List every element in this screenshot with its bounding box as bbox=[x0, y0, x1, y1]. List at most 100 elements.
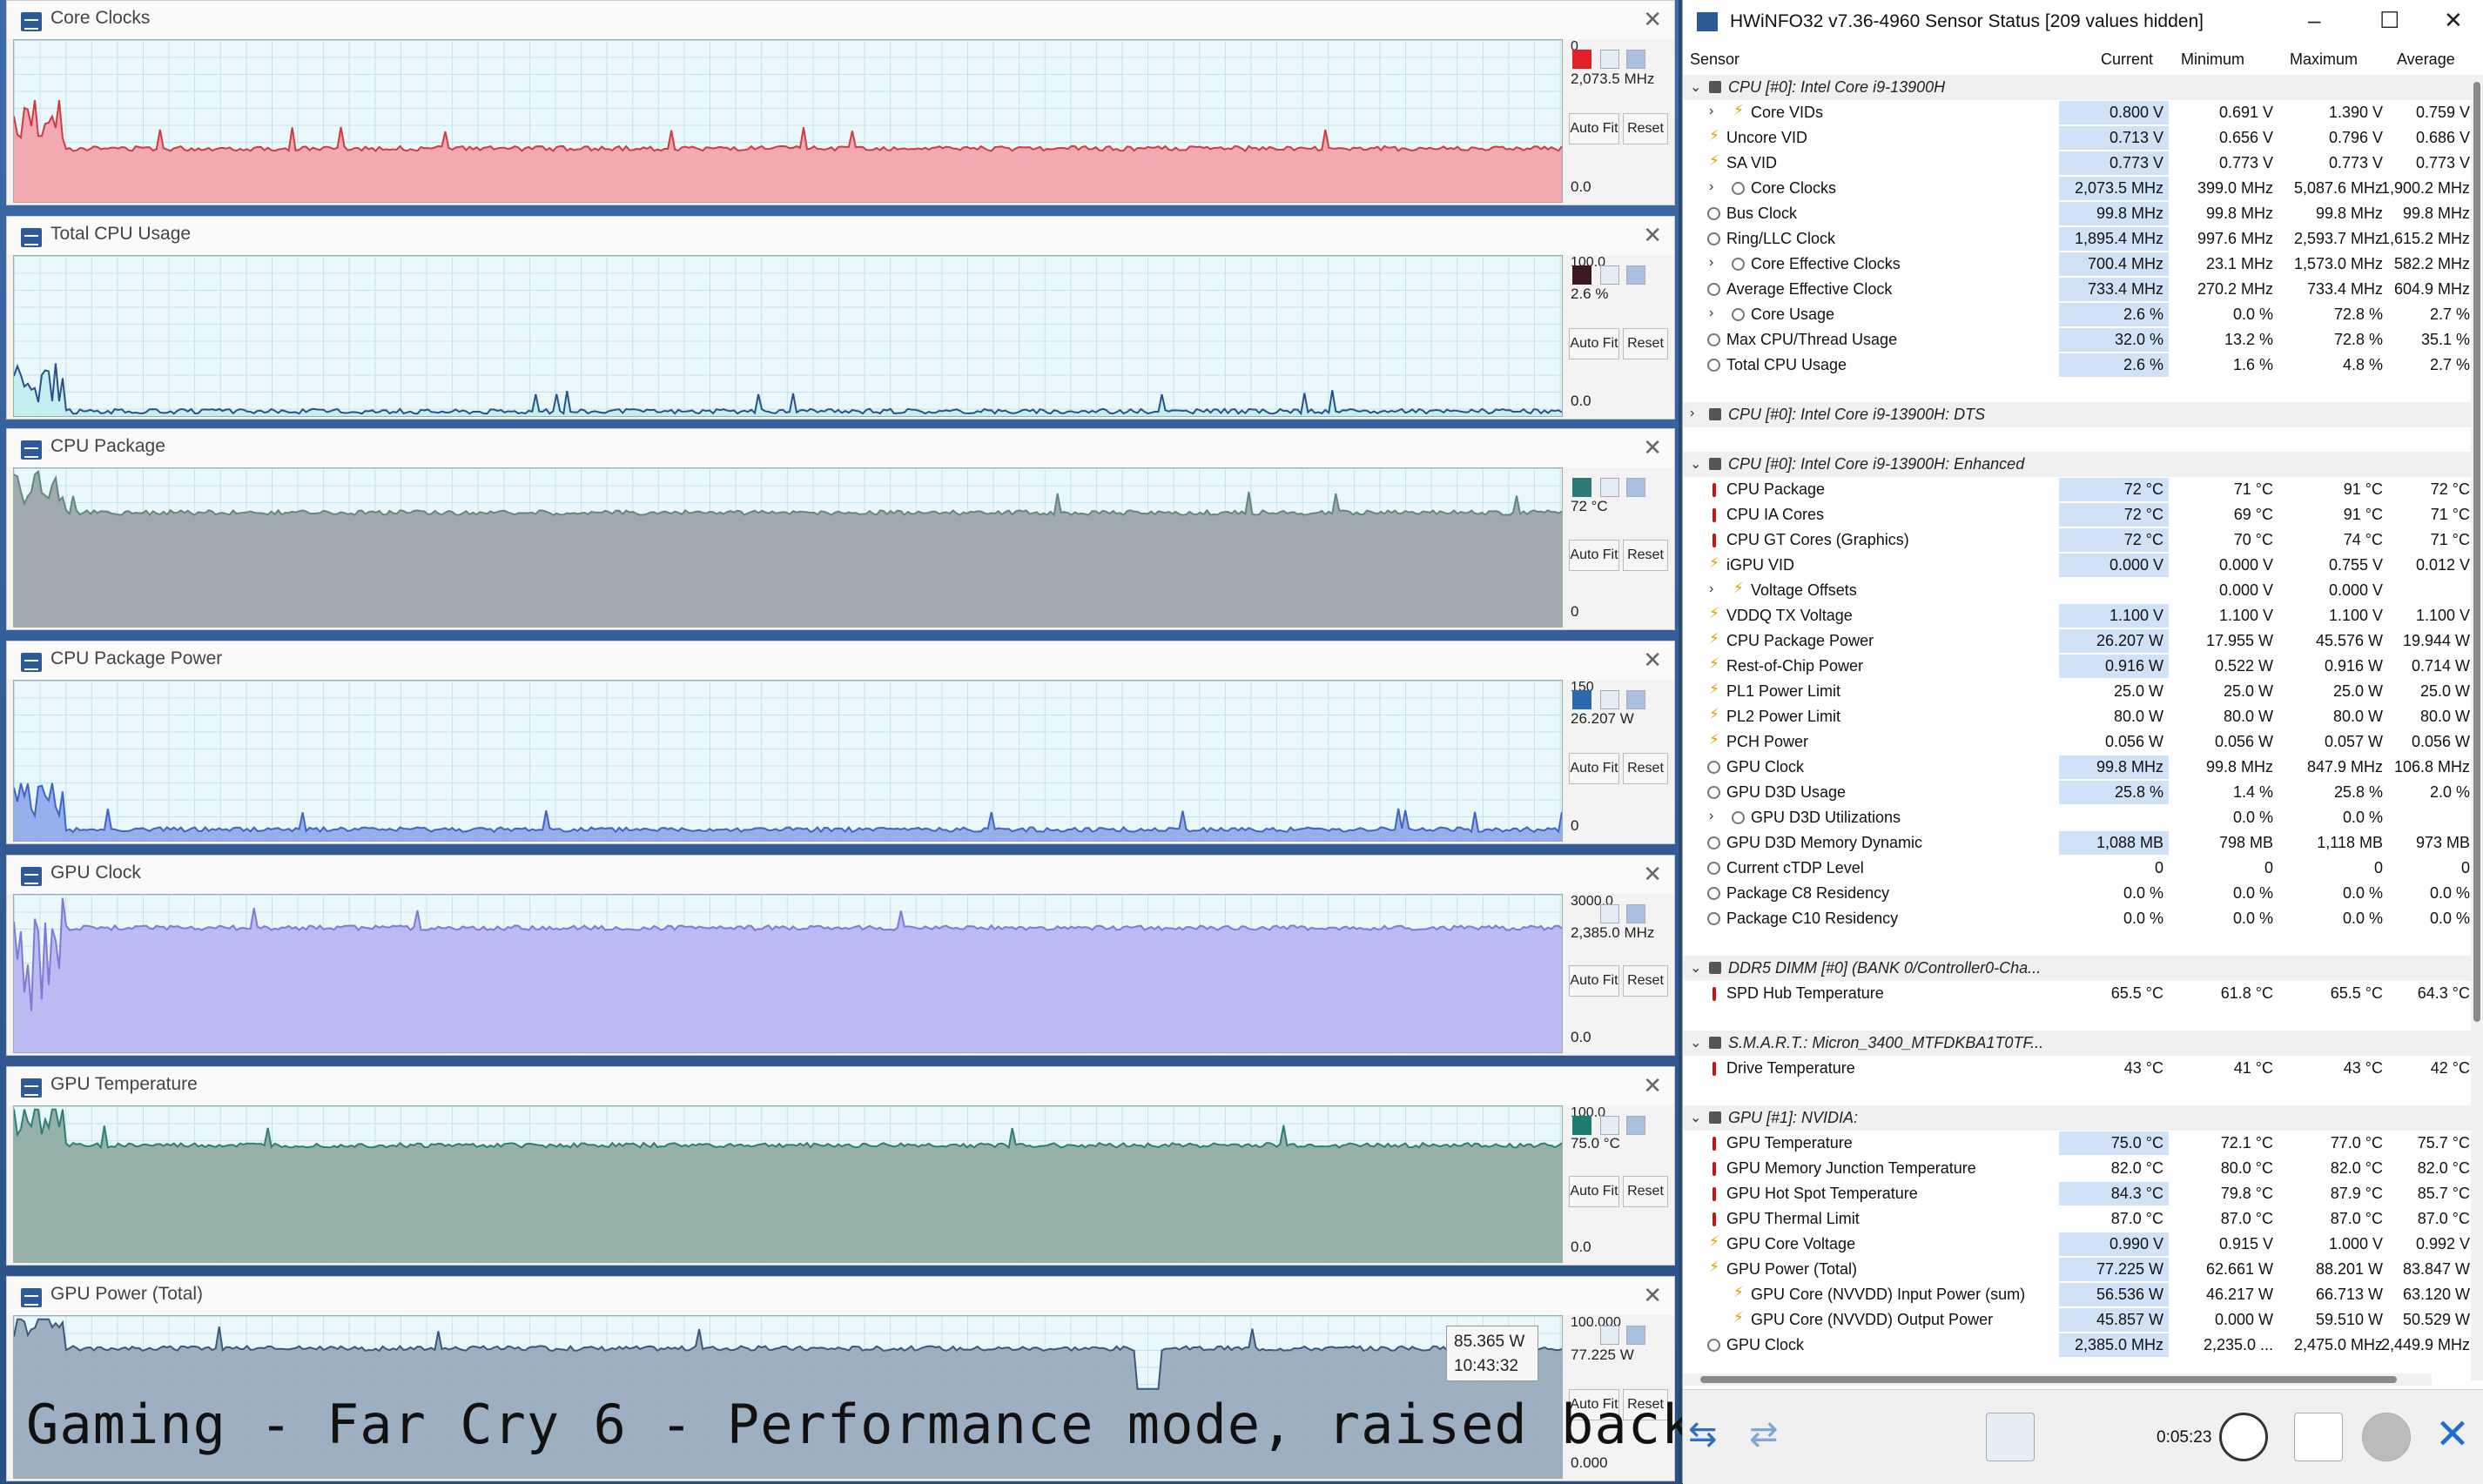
graph-grid-swatch[interactable] bbox=[1600, 478, 1619, 497]
graph-close-icon[interactable]: ✕ bbox=[1643, 222, 1662, 249]
graph-grid-swatch[interactable] bbox=[1600, 1326, 1619, 1345]
logging-icon[interactable] bbox=[2294, 1413, 2343, 1461]
auto-fit-button[interactable]: Auto Fit bbox=[1569, 752, 1619, 784]
collapse-chevron-icon[interactable]: ⌄ bbox=[1690, 1109, 1701, 1126]
sensor-row[interactable]: ⚡ PCH Power 0.056 W 0.056 W 0.057 W 0.05… bbox=[1683, 729, 2471, 755]
sensor-row[interactable]: ⚡ PL2 Power Limit 80.0 W 80.0 W 80.0 W 8… bbox=[1683, 704, 2471, 729]
graph-bg-swatch[interactable] bbox=[1626, 904, 1645, 923]
exit-icon[interactable]: ✕ bbox=[2428, 1413, 2477, 1461]
sensor-row[interactable]: ⚡ Rest-of-Chip Power 0.916 W 0.522 W 0.9… bbox=[1683, 654, 2471, 679]
graph-bg-swatch[interactable] bbox=[1626, 690, 1645, 709]
sensor-row[interactable]: GPU Thermal Limit 87.0 °C 87.0 °C 87.0 °… bbox=[1683, 1206, 2471, 1232]
nav-arrows-left-right-icon[interactable]: ⇆ bbox=[1688, 1413, 1737, 1461]
graph-color-swatch[interactable] bbox=[1572, 690, 1591, 709]
graph-close-icon[interactable]: ✕ bbox=[1643, 1282, 1662, 1309]
sensor-row[interactable]: Current cTDP Level 0 0 0 0 bbox=[1683, 856, 2471, 881]
col-minimum[interactable]: Minimum bbox=[2181, 50, 2244, 69]
sensor-row[interactable]: GPU Memory Junction Temperature 82.0 °C … bbox=[1683, 1156, 2471, 1181]
hscroll-thumb[interactable] bbox=[1700, 1376, 2397, 1383]
settings-gear-icon[interactable] bbox=[2362, 1413, 2411, 1461]
graph-color-swatch[interactable] bbox=[1572, 478, 1591, 497]
horizontal-scrollbar[interactable] bbox=[1683, 1373, 2432, 1386]
sensor-row[interactable]: ⚡ GPU Core Voltage 0.990 V 0.915 V 1.000… bbox=[1683, 1232, 2471, 1257]
graph-bg-swatch[interactable] bbox=[1626, 265, 1645, 285]
sensor-group-row[interactable]: ⌄ DDR5 DIMM [#0] (BANK 0/Controller0-Cha… bbox=[1683, 956, 2471, 981]
sensor-row[interactable]: ⚡ SA VID 0.773 V 0.773 V 0.773 V 0.773 V bbox=[1683, 151, 2471, 176]
graph-grid-swatch[interactable] bbox=[1600, 690, 1619, 709]
sensor-row[interactable]: Package C10 Residency 0.0 % 0.0 % 0.0 % … bbox=[1683, 906, 2471, 931]
sensor-group-row[interactable]: ⌄ CPU [#0]: Intel Core i9-13900H: Enhanc… bbox=[1683, 452, 2471, 477]
sensor-row[interactable]: ⚡ Uncore VID 0.713 V 0.656 V 0.796 V 0.6… bbox=[1683, 125, 2471, 151]
sensor-row[interactable]: › ⚡ Voltage Offsets 0.000 V 0.000 V bbox=[1683, 578, 2471, 603]
graph-bg-swatch[interactable] bbox=[1626, 1116, 1645, 1135]
sensor-row[interactable]: ⚡ GPU Core (NVVDD) Input Power (sum) 56.… bbox=[1683, 1282, 2471, 1307]
reset-button[interactable]: Reset bbox=[1623, 539, 1668, 571]
reset-button[interactable]: Reset bbox=[1623, 112, 1668, 144]
sensor-row[interactable]: Drive Temperature 43 °C 41 °C 43 °C 42 °… bbox=[1683, 1056, 2471, 1081]
reset-button[interactable]: Reset bbox=[1623, 965, 1668, 997]
sensor-row[interactable]: SPD Hub Temperature 65.5 °C 61.8 °C 65.5… bbox=[1683, 981, 2471, 1006]
graph-close-icon[interactable]: ✕ bbox=[1643, 434, 1662, 461]
graph-close-icon[interactable]: ✕ bbox=[1643, 6, 1662, 33]
sensor-row[interactable]: ⚡ GPU Core (NVVDD) Output Power 45.857 W… bbox=[1683, 1307, 2471, 1333]
auto-fit-button[interactable]: Auto Fit bbox=[1569, 965, 1619, 997]
graph-close-icon[interactable]: ✕ bbox=[1643, 647, 1662, 674]
sensor-row[interactable]: GPU Hot Spot Temperature 84.3 °C 79.8 °C… bbox=[1683, 1181, 2471, 1206]
graph-close-icon[interactable]: ✕ bbox=[1643, 861, 1662, 888]
auto-fit-button[interactable]: Auto Fit bbox=[1569, 539, 1619, 571]
auto-fit-button[interactable]: Auto Fit bbox=[1569, 112, 1619, 144]
sensor-row[interactable]: ⚡ VDDQ TX Voltage 1.100 V 1.100 V 1.100 … bbox=[1683, 603, 2471, 628]
sensor-row[interactable]: Total CPU Usage 2.6 % 1.6 % 4.8 % 2.7 % bbox=[1683, 353, 2471, 378]
col-average[interactable]: Average bbox=[2397, 50, 2455, 69]
collapse-chevron-icon[interactable]: ⌄ bbox=[1690, 78, 1701, 96]
expand-chevron-icon[interactable]: › bbox=[1709, 581, 1713, 597]
collapse-chevron-icon[interactable]: ⌄ bbox=[1690, 455, 1701, 473]
col-sensor[interactable]: Sensor bbox=[1690, 50, 1739, 69]
graph-color-swatch[interactable] bbox=[1572, 265, 1591, 285]
reset-button[interactable]: Reset bbox=[1623, 1176, 1668, 1208]
graph-grid-swatch[interactable] bbox=[1600, 904, 1619, 923]
graph-bg-swatch[interactable] bbox=[1626, 1326, 1645, 1345]
auto-fit-button[interactable]: Auto Fit bbox=[1569, 327, 1619, 359]
maximize-button[interactable]: ☐ bbox=[2379, 7, 2399, 34]
sensor-row[interactable]: Package C8 Residency 0.0 % 0.0 % 0.0 % 0… bbox=[1683, 881, 2471, 906]
graph-bg-swatch[interactable] bbox=[1626, 50, 1645, 69]
sensor-group-row[interactable]: ⌄ GPU [#1]: NVIDIA: bbox=[1683, 1105, 2471, 1131]
sensor-row[interactable]: GPU Clock 2,385.0 MHz 2,235.0 ... 2,475.… bbox=[1683, 1333, 2471, 1358]
graph-bg-swatch[interactable] bbox=[1626, 478, 1645, 497]
sensor-group-row[interactable]: ⌄ S.M.A.R.T.: Micron_3400_MTFDKBA1T0TF..… bbox=[1683, 1031, 2471, 1056]
expand-chevron-icon[interactable]: › bbox=[1690, 406, 1694, 421]
expand-chevron-icon[interactable]: › bbox=[1709, 104, 1713, 119]
close-button[interactable]: ✕ bbox=[2444, 7, 2463, 34]
expand-chevron-icon[interactable]: › bbox=[1709, 809, 1713, 824]
expand-chevron-icon[interactable]: › bbox=[1709, 306, 1713, 321]
sensor-row[interactable]: Bus Clock 99.8 MHz 99.8 MHz 99.8 MHz 99.… bbox=[1683, 201, 2471, 226]
reset-button[interactable]: Reset bbox=[1623, 752, 1668, 784]
sensor-row[interactable]: › Core Effective Clocks 700.4 MHz 23.1 M… bbox=[1683, 252, 2471, 277]
sensor-row[interactable]: GPU Clock 99.8 MHz 99.8 MHz 847.9 MHz 10… bbox=[1683, 755, 2471, 780]
vertical-scrollbar[interactable] bbox=[2471, 75, 2483, 1380]
sensor-row[interactable]: › GPU D3D Utilizations 0.0 % 0.0 % bbox=[1683, 805, 2471, 830]
scroll-thumb[interactable] bbox=[2473, 82, 2480, 1022]
graph-grid-swatch[interactable] bbox=[1600, 265, 1619, 285]
col-current[interactable]: Current bbox=[2101, 50, 2153, 69]
sensor-row[interactable]: › ⚡ Core VIDs 0.800 V 0.691 V 1.390 V 0.… bbox=[1683, 100, 2471, 125]
expand-chevron-icon[interactable]: › bbox=[1709, 179, 1713, 195]
sensor-row[interactable]: ⚡ iGPU VID 0.000 V 0.000 V 0.755 V 0.012… bbox=[1683, 553, 2471, 578]
minimize-button[interactable]: – bbox=[2308, 7, 2320, 34]
auto-fit-button[interactable]: Auto Fit bbox=[1569, 1176, 1619, 1208]
graph-color-swatch[interactable] bbox=[1572, 50, 1591, 69]
col-maximum[interactable]: Maximum bbox=[2290, 50, 2358, 69]
sensor-row[interactable]: CPU Package 72 °C 71 °C 91 °C 72 °C bbox=[1683, 477, 2471, 502]
sensor-row[interactable]: GPU Temperature 75.0 °C 72.1 °C 77.0 °C … bbox=[1683, 1131, 2471, 1156]
expand-chevron-icon[interactable]: › bbox=[1709, 255, 1713, 271]
reset-button[interactable]: Reset bbox=[1623, 327, 1668, 359]
collapse-arrows-icon[interactable]: ⇄ bbox=[1749, 1413, 1798, 1461]
sensor-group-row[interactable]: ⌄ CPU [#0]: Intel Core i9-13900H bbox=[1683, 75, 2471, 100]
sensor-row[interactable]: CPU IA Cores 72 °C 69 °C 91 °C 71 °C bbox=[1683, 502, 2471, 527]
sensor-row[interactable]: › Core Clocks 2,073.5 MHz 399.0 MHz 5,08… bbox=[1683, 176, 2471, 201]
sensor-row[interactable]: Max CPU/Thread Usage 32.0 % 13.2 % 72.8 … bbox=[1683, 327, 2471, 353]
sensor-row[interactable]: ⚡ CPU Package Power 26.207 W 17.955 W 45… bbox=[1683, 628, 2471, 654]
sensor-row[interactable]: Average Effective Clock 733.4 MHz 270.2 … bbox=[1683, 277, 2471, 302]
sensor-row[interactable]: › Core Usage 2.6 % 0.0 % 72.8 % 2.7 % bbox=[1683, 302, 2471, 327]
